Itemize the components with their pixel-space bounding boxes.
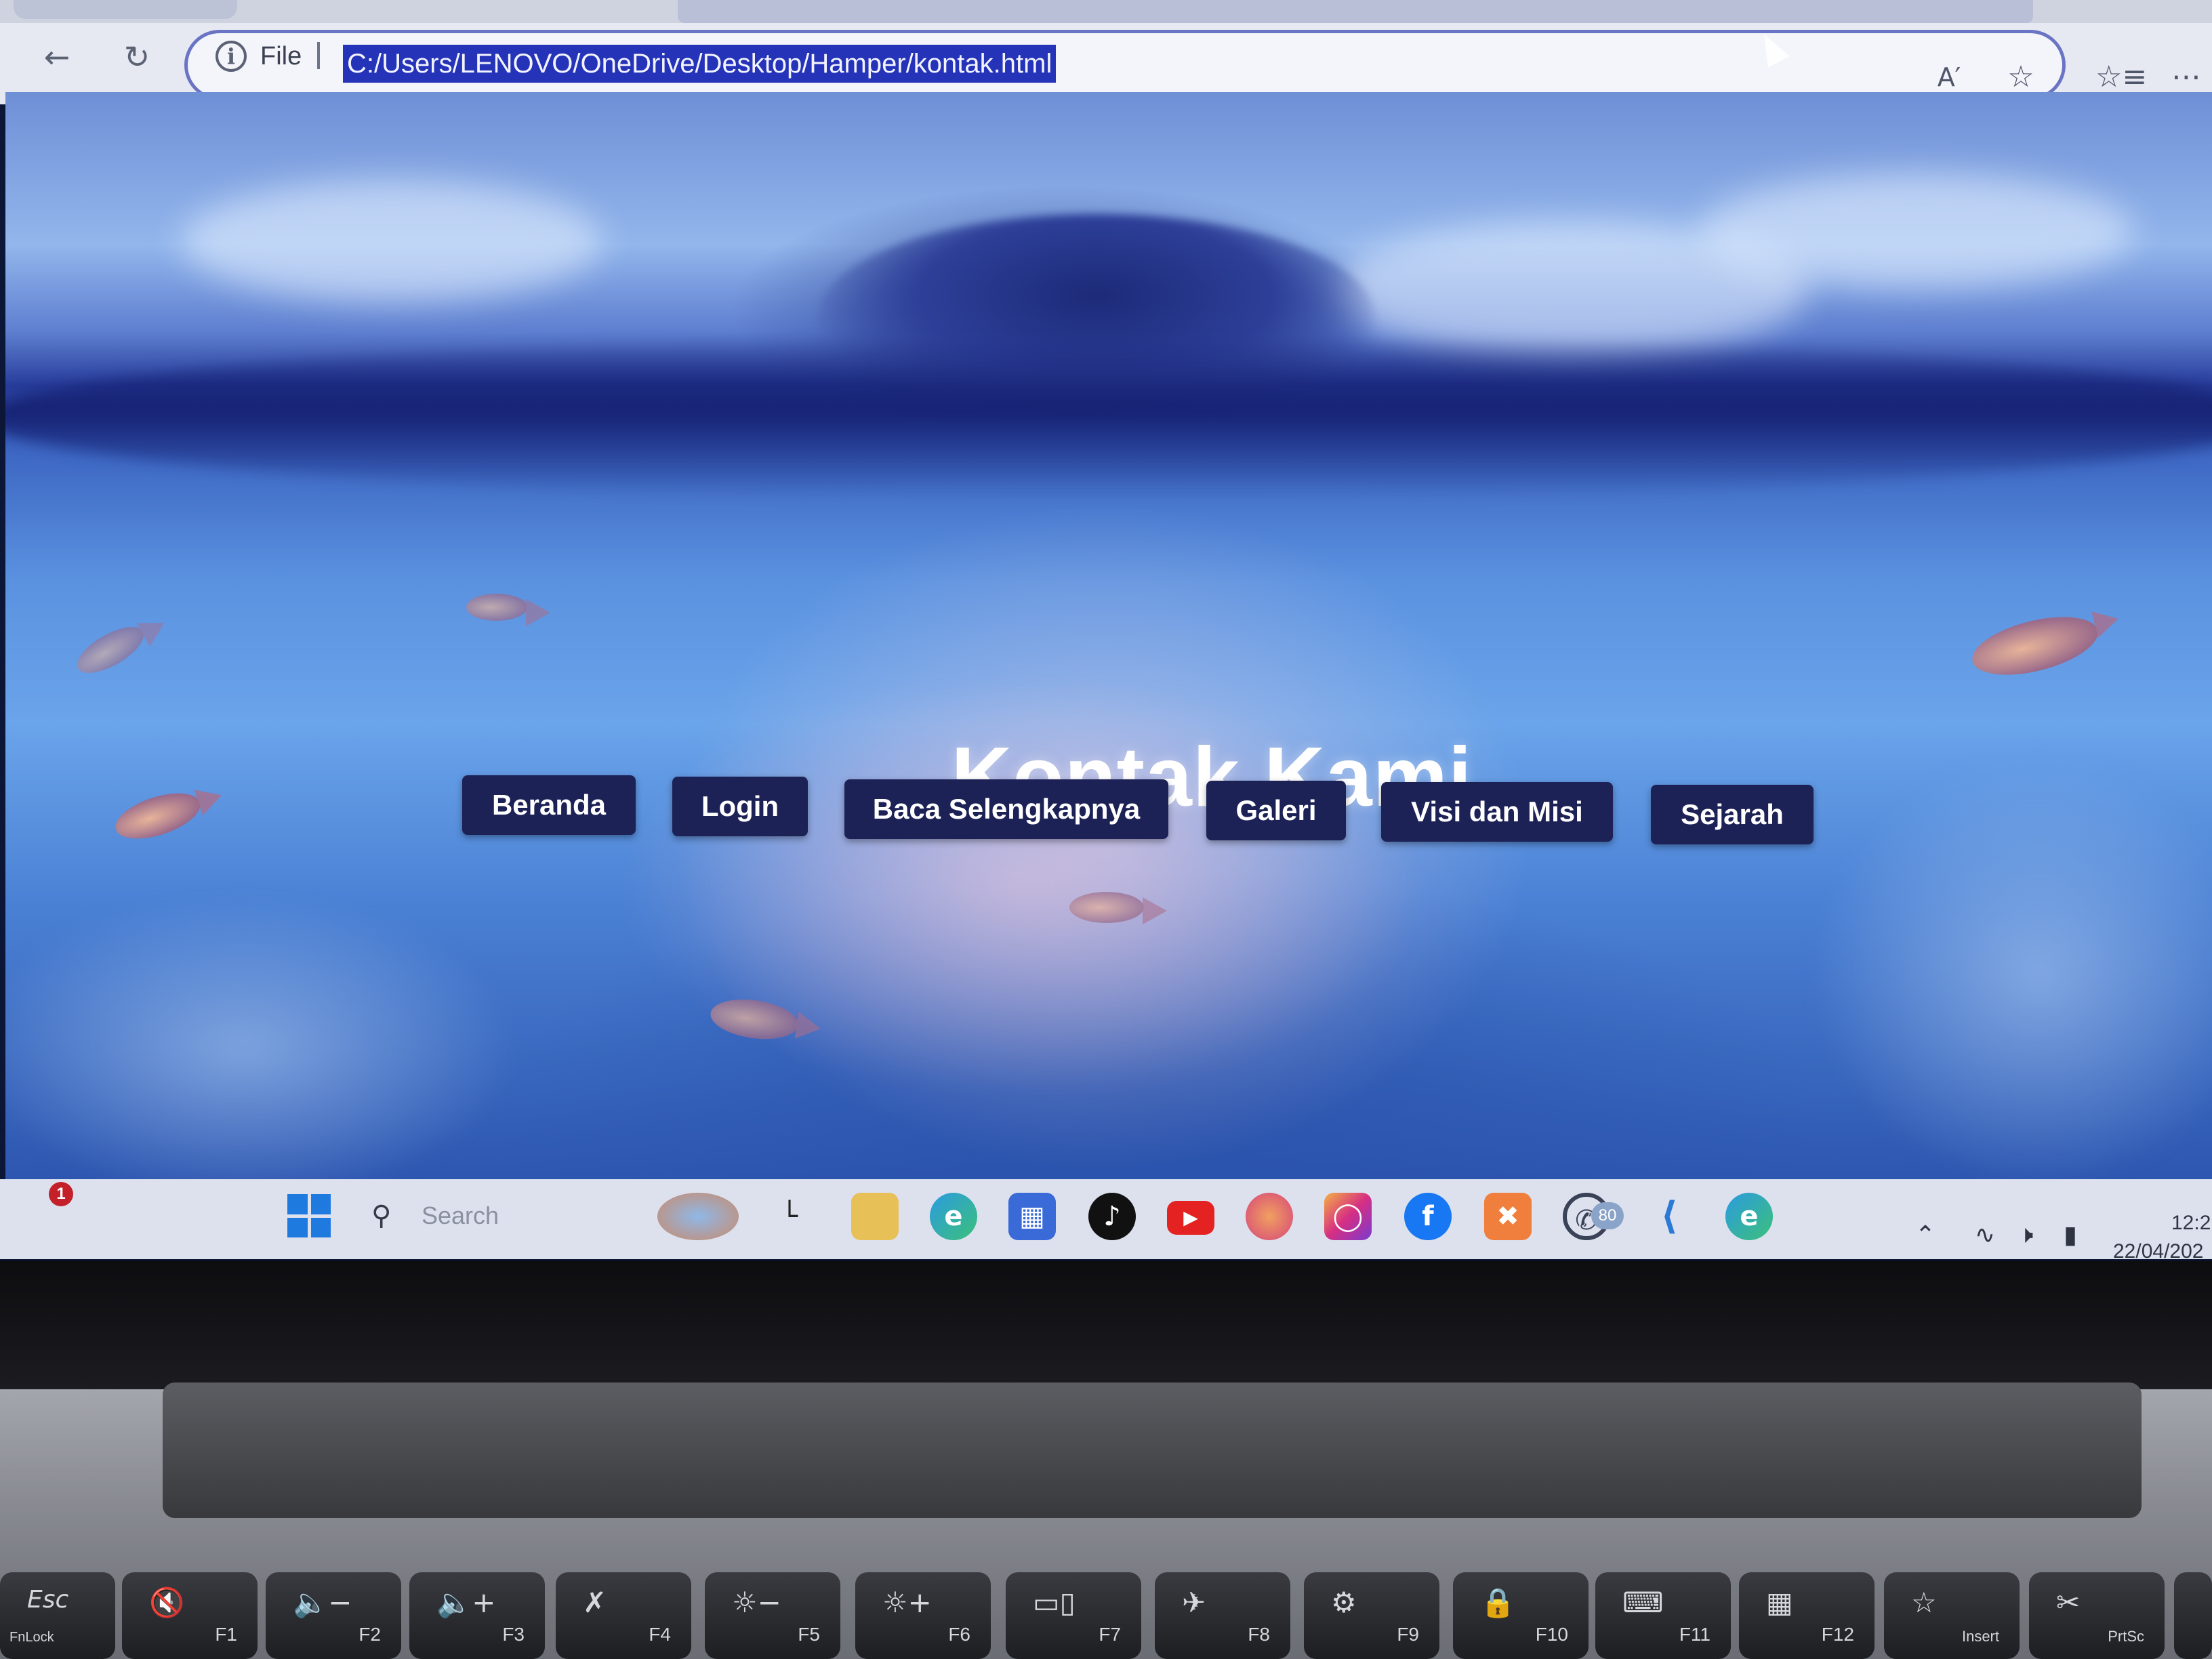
star-icon[interactable]: ☆ bbox=[2001, 57, 2041, 98]
key-f7: ▭▯ F7 bbox=[1006, 1572, 1141, 1659]
fish bbox=[1069, 892, 1167, 924]
nav-button-beranda[interactable]: Beranda bbox=[462, 775, 636, 835]
edge-icon[interactable]: e bbox=[930, 1193, 977, 1240]
key-f9: ⚙ F9 bbox=[1304, 1572, 1439, 1659]
calculator-icon: ▦ bbox=[1766, 1586, 1793, 1619]
facebook-icon[interactable]: f bbox=[1404, 1193, 1452, 1240]
fish bbox=[1966, 606, 2104, 686]
fish bbox=[70, 617, 151, 682]
nav-button-sejarah[interactable]: Sejarah bbox=[1651, 785, 1814, 844]
water-surface bbox=[5, 336, 2212, 499]
webpage-viewport: Kontak Kami Beranda Login Baca Selengkap… bbox=[5, 92, 2212, 1181]
clock-time[interactable]: 12:2 bbox=[2171, 1212, 2211, 1235]
key-f10: 🔒 F10 bbox=[1453, 1572, 1589, 1659]
edge-active-icon[interactable]: e bbox=[1725, 1193, 1773, 1240]
task-view-icon[interactable]: └ bbox=[766, 1193, 813, 1240]
mute-icon: 🔇 bbox=[149, 1586, 185, 1619]
mic-mute-icon: ✗ bbox=[583, 1586, 607, 1619]
fish bbox=[466, 594, 550, 626]
nav-button-login[interactable]: Login bbox=[672, 777, 808, 836]
airplane-icon: ✈ bbox=[1182, 1586, 1206, 1619]
tab-inactive[interactable] bbox=[14, 0, 237, 19]
key-insert: ☆ Insert bbox=[1884, 1572, 2020, 1659]
microsoft-store-icon[interactable]: ▦ bbox=[1008, 1193, 1056, 1240]
key-f11: ⌨ F11 bbox=[1595, 1572, 1731, 1659]
file-explorer-icon[interactable] bbox=[851, 1193, 899, 1240]
tiktok-icon[interactable]: ♪ bbox=[1088, 1193, 1136, 1240]
volume-icon[interactable]: 🕨 bbox=[2009, 1218, 2043, 1252]
key-prtsc: ✂ PrtSc bbox=[2029, 1572, 2165, 1659]
coral-right bbox=[1808, 756, 2212, 1181]
laptop-hinge bbox=[163, 1382, 2142, 1518]
display-icon: ▭▯ bbox=[1033, 1586, 1076, 1619]
xampp-icon[interactable]: ✖ bbox=[1484, 1193, 1532, 1240]
snip-icon: ✂ bbox=[2056, 1586, 2081, 1619]
tab-active[interactable] bbox=[678, 0, 2033, 23]
info-icon[interactable]: i bbox=[216, 41, 247, 72]
whatsapp-badge: 80 bbox=[1591, 1202, 1624, 1229]
scheme-label: File bbox=[260, 42, 302, 70]
more-icon[interactable]: ⋯ bbox=[2166, 57, 2207, 98]
screen-bezel bbox=[0, 1261, 2212, 1389]
favorite-icon: ☆ bbox=[1911, 1586, 1937, 1619]
key-f3: 🔈+ F3 bbox=[409, 1572, 545, 1659]
windows-start-icon[interactable] bbox=[287, 1194, 331, 1237]
laptop-screen: ← ↻ i File C:/Users/LENOVO/OneDrive/Desk… bbox=[0, 0, 2212, 1266]
nav-button-baca-selengkapnya[interactable]: Baca Selengkapnya bbox=[844, 779, 1168, 839]
key-esc: Esc FnLock bbox=[0, 1572, 115, 1659]
nav-button-visi-dan-misi[interactable]: Visi dan Misi bbox=[1381, 782, 1613, 842]
instagram-icon[interactable]: ◯ bbox=[1324, 1193, 1372, 1240]
back-arrow-icon[interactable]: ← bbox=[37, 37, 77, 77]
search-icon[interactable]: ⚲ bbox=[371, 1200, 404, 1232]
key-f1: 🔇 F1 bbox=[122, 1572, 258, 1659]
key-f2: 🔈− F2 bbox=[266, 1572, 401, 1659]
nav-button-galeri[interactable]: Galeri bbox=[1206, 781, 1346, 840]
coral-left bbox=[5, 892, 520, 1181]
address-divider bbox=[317, 42, 320, 69]
clock-date[interactable]: 22/04/202 bbox=[2113, 1240, 2203, 1263]
weather-widget-icon[interactable] bbox=[657, 1193, 739, 1240]
url-text-selected[interactable]: C:/Users/LENOVO/OneDrive/Desktop/Hamper/… bbox=[343, 45, 1057, 83]
firefox-icon[interactable] bbox=[1246, 1193, 1293, 1240]
wifi-icon[interactable]: ∿ bbox=[1968, 1218, 2002, 1252]
notification-badge[interactable]: 1 bbox=[49, 1182, 73, 1206]
key-f12: ▦ F12 bbox=[1739, 1572, 1875, 1659]
brightness-up-icon: ☼+ bbox=[882, 1586, 932, 1619]
key-f4: ✗ F4 bbox=[556, 1572, 691, 1659]
settings-icon: ⚙ bbox=[1331, 1586, 1357, 1619]
volume-down-icon: 🔈− bbox=[293, 1586, 352, 1619]
cloud bbox=[182, 180, 602, 302]
taskbar-search[interactable]: Search bbox=[422, 1201, 499, 1231]
youtube-icon[interactable]: ▶ bbox=[1167, 1201, 1214, 1235]
keyboard-icon: ⌨ bbox=[1622, 1586, 1664, 1619]
laptop-photo: { "browser": { "address_bar": { "scheme_… bbox=[0, 0, 2212, 1659]
refresh-icon[interactable]: ↻ bbox=[117, 37, 157, 77]
chevron-up-icon[interactable]: ⌃ bbox=[1908, 1218, 1942, 1252]
vscode-icon[interactable]: ⟨ bbox=[1645, 1193, 1693, 1240]
favorites-icon[interactable]: ☆≡ bbox=[2095, 57, 2147, 98]
key-f5: ☼− F5 bbox=[705, 1572, 840, 1659]
read-aloud-icon[interactable]: A′ bbox=[1929, 57, 1969, 98]
key-f6: ☼+ F6 bbox=[855, 1572, 991, 1659]
brightness-down-icon: ☼− bbox=[732, 1586, 781, 1619]
tab-strip bbox=[0, 0, 2212, 23]
key-f8: ✈ F8 bbox=[1155, 1572, 1290, 1659]
fish bbox=[110, 784, 206, 848]
volume-up-icon: 🔈+ bbox=[436, 1586, 496, 1619]
battery-icon[interactable]: ▮ bbox=[2053, 1218, 2087, 1252]
lock-icon: 🔒 bbox=[1480, 1586, 1516, 1619]
cloud bbox=[1700, 173, 2133, 289]
key-partial bbox=[2174, 1572, 2212, 1659]
